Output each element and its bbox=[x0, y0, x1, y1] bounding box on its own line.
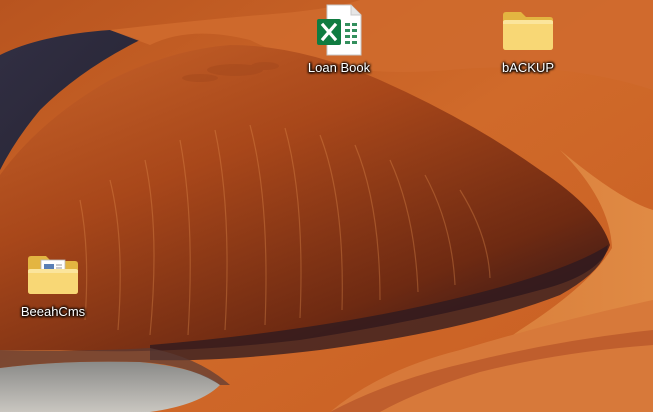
excel-file-icon bbox=[311, 2, 367, 58]
folder-with-document-icon bbox=[25, 246, 81, 302]
desktop-icon-beeahcms[interactable]: BeeahCms bbox=[13, 246, 93, 320]
desktop-icon-label: Loan Book bbox=[307, 60, 371, 75]
desktop-icon-label: BeeahCms bbox=[20, 304, 86, 319]
folder-icon bbox=[500, 2, 556, 58]
desktop-icon-backup[interactable]: bACKUP bbox=[488, 2, 568, 76]
desktop-icon-loan-book[interactable]: Loan Book bbox=[299, 2, 379, 76]
desktop-icon-label: bACKUP bbox=[501, 60, 555, 75]
desktop[interactable]: Loan Book bACKUP BeeahCms bbox=[0, 0, 653, 412]
